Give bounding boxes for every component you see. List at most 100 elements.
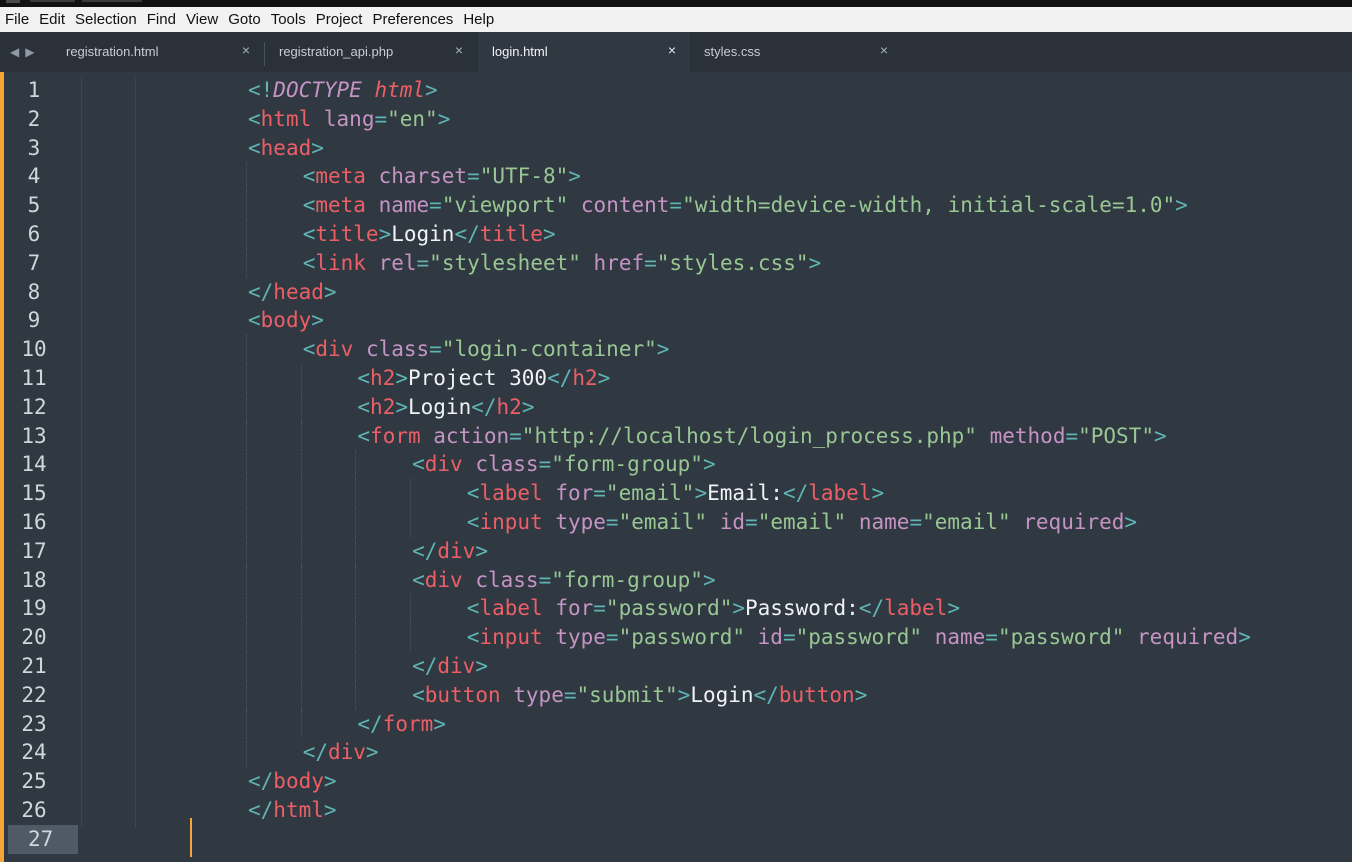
code-token: "form-group": [551, 452, 703, 477]
chevron-right-icon[interactable]: ▶: [25, 45, 34, 59]
code-token: =: [745, 510, 758, 534]
indent-guide: [355, 652, 357, 681]
code-line: <meta name="viewport" content="width=dev…: [303, 191, 1188, 220]
line-number: 16: [21, 510, 47, 534]
app-icon: [6, 0, 20, 3]
indent-guide: [300, 652, 302, 681]
code-token: >: [871, 481, 885, 506]
code-token: </: [412, 538, 438, 563]
line-number: 10: [21, 337, 47, 362]
menu-preferences[interactable]: Preferences: [367, 7, 458, 32]
line-number: 24: [21, 740, 47, 765]
indent-guide: [246, 335, 247, 364]
code-token: "password": [795, 625, 923, 650]
indent-guide: [246, 623, 247, 652]
line-number: 25: [21, 769, 47, 794]
code-token: class: [475, 452, 539, 477]
menu-find[interactable]: Find: [142, 7, 181, 32]
menu-view[interactable]: View: [181, 7, 223, 32]
code-token: name: [378, 193, 430, 218]
code-token: >: [1153, 423, 1167, 448]
code-token: "POST": [1078, 423, 1154, 448]
code-token: meta: [315, 193, 366, 218]
indent-guide: [246, 738, 247, 768]
tab-registration-html[interactable]: registration.html ×: [52, 32, 264, 72]
code-token: rel: [378, 250, 417, 275]
indent-guide: [300, 623, 302, 652]
menu-goto[interactable]: Goto: [223, 7, 266, 32]
indent-guide: [410, 508, 412, 537]
menu-edit[interactable]: Edit: [34, 7, 70, 32]
close-icon[interactable]: ×: [242, 42, 250, 58]
code-token: </: [302, 740, 328, 765]
code-token: =: [416, 250, 430, 275]
code-token: >: [542, 222, 556, 246]
close-icon[interactable]: ×: [455, 42, 463, 58]
indent-guide: [410, 623, 412, 652]
code-token: <: [357, 366, 371, 390]
code-token: id: [719, 510, 746, 534]
code-token: body: [260, 308, 312, 333]
tab-label: login.html: [492, 44, 548, 59]
menu-selection[interactable]: Selection: [70, 7, 142, 32]
code-token: =: [909, 510, 923, 534]
line-number: 3: [27, 135, 41, 160]
code-token: div: [327, 740, 366, 765]
code-token: <: [412, 452, 425, 477]
indent-guide: [246, 421, 247, 451]
title-fragment: [30, 0, 75, 2]
line-number: 17: [21, 538, 47, 563]
indent-guide: [355, 680, 357, 710]
code-token: div: [437, 654, 476, 678]
code-token: <: [248, 308, 261, 333]
code-token: link: [315, 250, 366, 275]
menu-bar: File Edit Selection Find View Goto Tools…: [0, 7, 1352, 32]
menu-file[interactable]: File: [0, 7, 34, 32]
indent-guide: [246, 392, 247, 422]
menu-help[interactable]: Help: [458, 7, 499, 32]
tab-registration-api-php[interactable]: registration_api.php ×: [265, 32, 477, 72]
menu-project[interactable]: Project: [311, 7, 368, 32]
code-line: </form>: [357, 710, 446, 739]
close-icon[interactable]: ×: [668, 42, 676, 58]
code-token: body: [273, 769, 324, 794]
text-cursor: [190, 818, 192, 857]
tab-styles-css[interactable]: styles.css ×: [690, 32, 902, 72]
code-token: </: [753, 682, 779, 707]
tab-label: styles.css: [704, 44, 761, 59]
code-line: </div>: [303, 738, 379, 767]
menu-tools[interactable]: Tools: [266, 7, 311, 32]
code-token: id: [757, 625, 783, 650]
code-token: h2: [370, 366, 396, 390]
line-number: 6: [27, 222, 41, 246]
code-token: >: [1124, 510, 1138, 534]
close-icon[interactable]: ×: [880, 42, 888, 58]
indent-guide: [246, 536, 247, 566]
code-editor[interactable]: <!DOCTYPE html> <html lang="en"> <head> <me…: [76, 72, 1352, 862]
code-token: head: [260, 135, 312, 160]
code-token: >: [323, 279, 337, 304]
tab-login-html[interactable]: login.html ×: [478, 32, 690, 72]
code-line: <input type="email" id="email" name="ema…: [467, 508, 1137, 537]
code-token: html: [273, 798, 324, 822]
code-token: lang: [323, 106, 375, 131]
code-token: >: [702, 452, 716, 477]
code-token: class: [475, 567, 539, 592]
tab-label: registration.html: [66, 44, 159, 59]
indent-guide: [246, 191, 247, 220]
code-token: =: [538, 567, 552, 592]
code-token: <!: [248, 78, 274, 102]
chevron-left-icon[interactable]: ◀: [10, 45, 19, 59]
code-token: input: [479, 510, 543, 534]
line-number: 20: [21, 625, 47, 650]
indent-guide: [246, 450, 247, 480]
code-token: >: [521, 394, 535, 419]
code-token: >: [311, 308, 324, 333]
code-line: <!DOCTYPE html>: [248, 76, 438, 105]
